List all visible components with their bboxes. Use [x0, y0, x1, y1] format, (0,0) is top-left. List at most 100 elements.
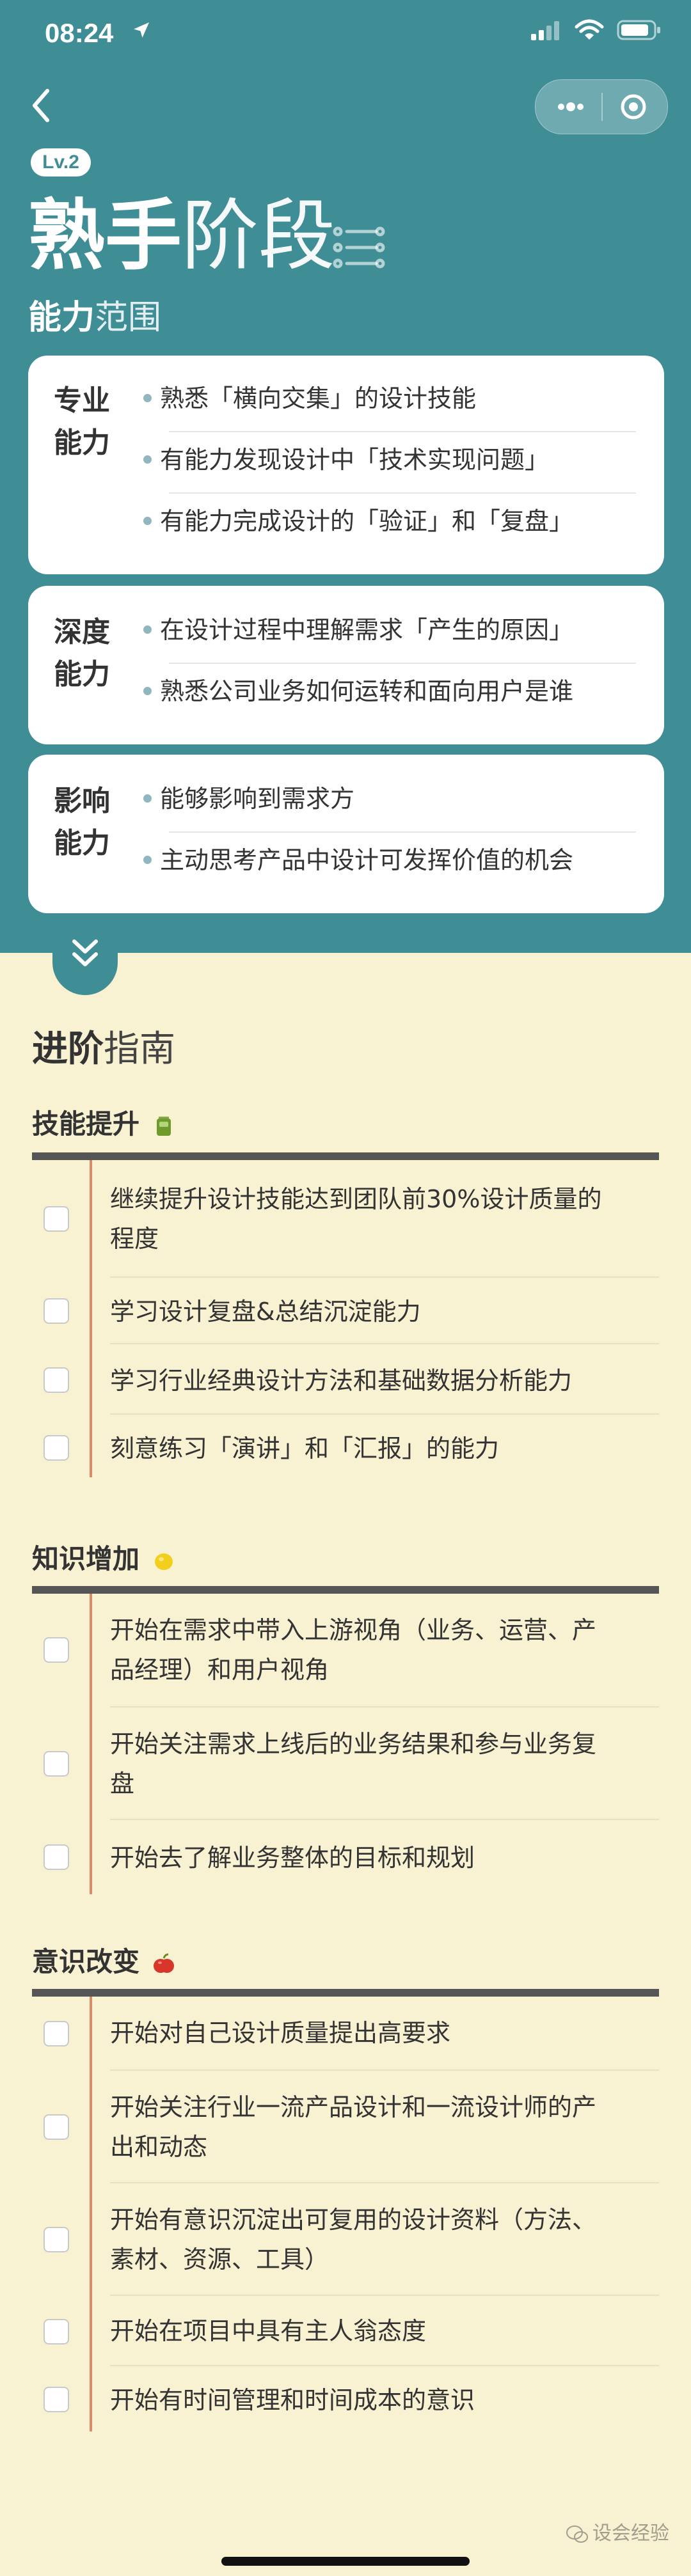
status-bar: 08:24 [0, 0, 691, 70]
checklist-item: 开始关注行业一流产品设计和一流设计师的产 出和动态 [32, 2071, 659, 2183]
back-arrow-icon[interactable] [26, 83, 58, 128]
ability-scope-light: 范围 [95, 299, 162, 337]
ability-item-text: 有能力完成设计的「验证」和「复盘」 [160, 507, 574, 535]
ability-card-label: 深度 能力 [54, 611, 124, 696]
stage-title-bold: 熟手 [28, 192, 182, 281]
label-line-1: 专业 [54, 384, 110, 417]
label-line-2: 能力 [54, 427, 110, 459]
ability-item-text: 有能力发现设计中「技术实现问题」 [160, 446, 550, 474]
label-line-2: 能力 [54, 658, 110, 691]
checkbox[interactable] [44, 2114, 69, 2140]
checklist-item: 开始去了解业务整体的目标和规划 [32, 1820, 659, 1894]
label-line-1: 影响 [54, 785, 110, 817]
item-line-1: 开始关注需求上线后的业务结果和参与业务复 [110, 1730, 597, 1758]
ability-item: 能够影响到需求方 [143, 783, 636, 815]
section-divider [32, 1152, 659, 1160]
bullet-dot [143, 794, 152, 803]
ability-item-text: 能够影响到需求方 [160, 785, 355, 813]
checkbox[interactable] [44, 1637, 69, 1663]
item-line-1: 学习行业经典设计方法和基础数据分析能力 [110, 1367, 573, 1395]
bullet-dot [143, 856, 152, 864]
checklist-item-text: 开始有时间管理和时间成本的意识 [110, 2380, 646, 2420]
checklist-item-text: 学习行业经典设计方法和基础数据分析能力 [110, 1361, 646, 1401]
ability-item: 主动思考产品中设计可发挥价值的机会 [143, 844, 636, 876]
item-line-2: 素材、资源、工具） [110, 2245, 330, 2274]
ability-scope-bold: 能力 [28, 299, 95, 337]
item-line-1: 开始在项目中具有主人翁态度 [110, 2317, 427, 2345]
checklist-item: 学习行业经典设计方法和基础数据分析能力 [32, 1344, 659, 1415]
section-title-skills: 技能提升 [32, 1106, 175, 1142]
section-title-mindset: 意识改变 [32, 1944, 175, 1980]
item-line-1: 继续提升设计技能达到团队前30%设计质量的 [110, 1185, 602, 1213]
home-indicator[interactable] [221, 2557, 470, 2566]
miniprogram-capsule [535, 79, 668, 134]
section-divider [32, 1586, 659, 1594]
wechat-icon [566, 2525, 588, 2543]
battery-icon [617, 20, 660, 40]
ability-item-text: 熟悉公司业务如何运转和面向用户是谁 [160, 677, 574, 705]
watermark-text: 设会经验 [592, 2522, 669, 2545]
apple-emoji-icon [153, 1953, 174, 1973]
checklist-item: 学习设计复盘&总结沉淀能力 [32, 1278, 659, 1344]
item-line-1: 开始有意识沉淀出可复用的设计资料（方法、 [110, 2206, 597, 2234]
section-title-knowledge: 知识增加 [32, 1541, 175, 1577]
double-chevron-down-icon [72, 939, 98, 966]
checklist-item: 开始有意识沉淀出可复用的设计资料（方法、 素材、资源、工具） [32, 2183, 659, 2296]
ability-item: 熟悉「横向交集」的设计技能 [143, 382, 636, 414]
capsule-divider [601, 93, 603, 121]
section-divider [32, 1989, 659, 1997]
item-line-2: 程度 [110, 1225, 159, 1253]
guide-title: 进阶指南 [32, 1027, 175, 1072]
section-title-text: 意识改变 [32, 1946, 140, 1977]
checklist-item-text: 开始关注行业一流产品设计和一流设计师的产 出和动态 [110, 2087, 646, 2167]
section-title-text: 知识增加 [32, 1543, 140, 1575]
location-arrow-icon [134, 22, 149, 38]
checkbox[interactable] [44, 2021, 69, 2046]
checklist-item: 开始在需求中带入上游视角（业务、运营、产 品经理）和用户视角 [32, 1594, 659, 1708]
checkbox[interactable] [44, 1367, 69, 1393]
ability-item: 熟悉公司业务如何运转和面向用户是谁 [143, 675, 636, 707]
item-separator [169, 663, 636, 664]
close-target-icon[interactable] [611, 93, 656, 121]
ability-card-label: 影响 能力 [54, 780, 124, 865]
lemon-emoji-icon [154, 1553, 173, 1570]
ability-item-text: 在设计过程中理解需求「产生的原因」 [160, 616, 574, 644]
item-line-1: 学习设计复盘&总结沉淀能力 [110, 1298, 421, 1326]
checkbox[interactable] [44, 1206, 69, 1232]
ability-item-text: 主动思考产品中设计可发挥价值的机会 [160, 846, 574, 874]
collapse-tab[interactable] [52, 916, 118, 995]
stage-title: 熟手阶段 [28, 192, 335, 281]
checkbox[interactable] [44, 2319, 69, 2344]
ability-scope-title: 能力范围 [28, 295, 161, 340]
more-dots-icon[interactable] [548, 93, 593, 121]
label-line-1: 深度 [54, 616, 110, 648]
bullet-dot [143, 394, 152, 402]
checkbox[interactable] [44, 2387, 69, 2412]
wifi-icon [575, 19, 604, 40]
checklist-item-text: 刻意练习「演讲」和「汇报」的能力 [110, 1429, 646, 1468]
guide-title-light: 指南 [104, 1028, 175, 1070]
label-line-2: 能力 [54, 827, 110, 860]
checkbox[interactable] [44, 1298, 69, 1324]
checklist-item-text: 开始有意识沉淀出可复用的设计资料（方法、 素材、资源、工具） [110, 2200, 646, 2279]
item-line-1: 刻意练习「演讲」和「汇报」的能力 [110, 1434, 500, 1463]
item-line-1: 开始在需求中带入上游视角（业务、运营、产 [110, 1616, 597, 1644]
checklist-item: 开始在项目中具有主人翁态度 [32, 2296, 659, 2366]
checkbox[interactable] [44, 1751, 69, 1777]
ability-card-professional: 专业 能力 熟悉「横向交集」的设计技能 有能力发现设计中「技术实现问题」 有能力… [28, 356, 664, 574]
checkbox[interactable] [44, 1844, 69, 1870]
item-line-2: 出和动态 [110, 2133, 208, 2161]
checklist-item-text: 开始在项目中具有主人翁态度 [110, 2311, 646, 2351]
bullet-dot [143, 687, 152, 695]
bullet-dot [143, 625, 152, 634]
checkbox[interactable] [44, 2227, 69, 2252]
ability-item: 有能力完成设计的「验证」和「复盘」 [143, 505, 636, 537]
checklist-item: 开始对自己设计质量提出高要求 [32, 1997, 659, 2071]
checklist-item-text: 继续提升设计技能达到团队前30%设计质量的 程度 [110, 1179, 646, 1259]
bullet-dot [143, 455, 152, 464]
item-separator [169, 492, 636, 494]
list-icon [333, 226, 385, 269]
item-line-2: 品经理）和用户视角 [110, 1656, 330, 1684]
status-time: 08:24 [45, 18, 114, 48]
checkbox[interactable] [44, 1435, 69, 1461]
